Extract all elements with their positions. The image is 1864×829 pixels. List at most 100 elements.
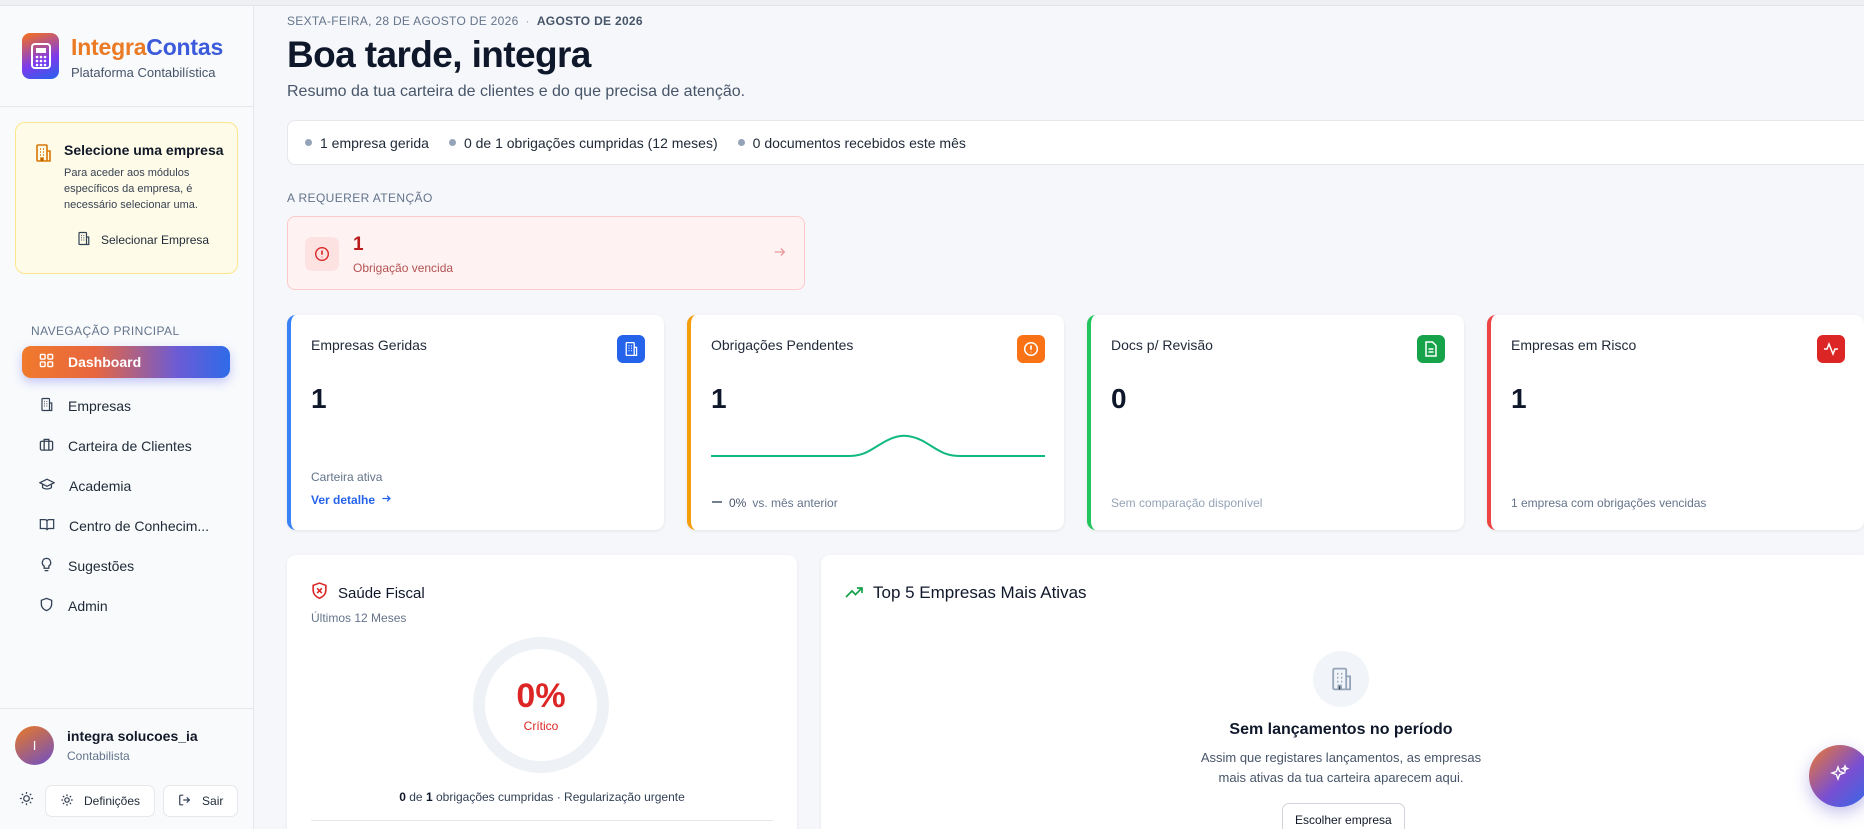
empty-state-text: Assim que registares lançamentos, as emp… — [1200, 750, 1482, 785]
stat-title: Docs p/ Revisão — [1111, 337, 1213, 353]
page-title: Boa tarde, integra — [287, 34, 591, 75]
sidebar-item-dashboard[interactable]: Dashboard — [22, 346, 230, 378]
stat-value: 1 — [1511, 383, 1527, 414]
shield-x-icon — [311, 582, 328, 604]
current-period: AGOSTO DE 2026 — [536, 14, 643, 28]
stat-value: 1 — [711, 383, 727, 414]
stat-footnote: 1 empresa com obrigações vencidas — [1511, 496, 1707, 510]
choose-company-button[interactable]: Escolher empresa — [1282, 803, 1405, 829]
footer-of: de — [409, 790, 423, 804]
sidebar-item-admin[interactable]: Admin — [22, 586, 230, 626]
sidebar-item-centro-conhecimento[interactable]: Centro de Conhecim... — [22, 506, 230, 546]
footer-text: obrigações cumpridas · Regularização urg… — [435, 790, 685, 804]
arrow-right-icon — [381, 493, 392, 507]
stat-card-empresas-geridas: Empresas Geridas 1 Carteira ativa Ver de… — [287, 315, 664, 530]
sidebar-item-sugestoes[interactable]: Sugestões — [22, 546, 230, 586]
shield-icon — [39, 597, 54, 615]
logout-icon — [178, 793, 192, 810]
fiscal-health-title: Saúde Fiscal — [311, 582, 425, 604]
document-icon — [1417, 335, 1445, 363]
activity-icon — [1817, 335, 1845, 363]
total-count: 1 — [425, 790, 433, 804]
sparkline-chart — [711, 434, 1045, 457]
nav-section-title: NAVEGAÇÃO PRINCIPAL — [31, 324, 180, 338]
fiscal-health-subtitle: Últimos 12 Meses — [311, 611, 407, 625]
attention-section-title: A REQUERER ATENÇÃO — [287, 191, 433, 205]
health-status: Crítico — [523, 719, 559, 733]
building-icon — [33, 143, 53, 168]
select-company-button-label: Selecionar Empresa — [101, 233, 210, 247]
select-company-title: Selecione uma empresa — [64, 142, 224, 158]
sidebar-item-empresas[interactable]: Empresas — [22, 386, 230, 426]
stat-footnote: Carteira ativa — [311, 470, 383, 484]
sidebar-item-label: Dashboard — [68, 354, 142, 370]
avatar[interactable]: I — [15, 726, 54, 765]
arrow-right-icon — [773, 245, 787, 264]
sidebar-item-label: Empresas — [68, 398, 132, 414]
view-detail-link[interactable]: Ver detalhe — [311, 493, 392, 507]
sidebar: IntegraContas Plataforma Contabilística … — [0, 6, 254, 829]
trending-up-icon — [845, 583, 863, 603]
summary-text: 0 de 1 obrigações cumpridas (12 meses) — [463, 134, 718, 151]
bullet-dot — [305, 139, 312, 146]
brand-part-1: Integra — [71, 34, 147, 60]
sidebar-item-carteira[interactable]: Carteira de Clientes — [22, 426, 230, 466]
sidebar-item-label: Sugestões — [68, 558, 135, 574]
overdue-obligation-card[interactable]: 1 Obrigação vencida — [287, 216, 805, 290]
fiscal-health-card: Saúde Fiscal Últimos 12 Meses 0% Crítico… — [287, 555, 797, 829]
summary-item: 0 documentos recebidos este mês — [737, 134, 966, 151]
logout-button[interactable]: Sair — [163, 785, 239, 817]
brand-name[interactable]: IntegraContas — [71, 34, 223, 61]
logout-label: Sair — [202, 794, 224, 808]
divider — [311, 820, 773, 821]
ai-assistant-button[interactable] — [1809, 745, 1864, 807]
building-icon — [1313, 651, 1369, 707]
empty-state-title: Sem lançamentos no período — [1229, 721, 1453, 738]
stat-title: Obrigações Pendentes — [711, 337, 854, 353]
summary-text: 1 empresa gerida — [320, 134, 429, 151]
sparkles-icon — [1829, 763, 1850, 789]
summary-item: 1 empresa gerida — [305, 135, 429, 151]
stat-value: 0 — [1111, 383, 1127, 414]
current-date: SEXTA-FEIRA, 28 DE AGOSTO DE 2026 — [287, 14, 519, 28]
alert-circle-icon — [1017, 335, 1045, 363]
settings-button[interactable]: Definições — [45, 785, 156, 817]
stat-footnote: Sem comparação disponível — [1111, 496, 1263, 510]
user-divider — [0, 708, 254, 709]
user-role: Contabilista — [67, 749, 130, 763]
building-icon — [617, 335, 645, 363]
top5-title: Top 5 Empresas Mais Ativas — [845, 583, 1087, 603]
briefcase-icon — [39, 437, 54, 455]
select-company-button[interactable]: Selecionar Empresa — [76, 231, 209, 249]
trend-neutral-icon — [711, 496, 723, 510]
building-icon — [39, 397, 54, 415]
lightbulb-icon — [39, 557, 54, 575]
fulfilled-count: 0 — [399, 790, 406, 804]
gear-icon — [60, 793, 74, 810]
sidebar-divider — [0, 106, 254, 107]
summary-bar: 1 empresa gerida 0 de 1 obrigações cumpr… — [287, 120, 1864, 165]
user-name: integra solucoes_ia — [67, 728, 198, 744]
sidebar-item-label: Carteira de Clientes — [68, 438, 192, 454]
bullet-dot — [448, 139, 456, 146]
sun-icon — [19, 791, 34, 811]
alert-circle-icon — [305, 237, 339, 271]
overdue-label: Obrigação vencida — [353, 261, 454, 275]
sidebar-footer: Definições Sair — [15, 784, 239, 818]
building-icon — [76, 231, 91, 249]
sidebar-item-academia[interactable]: Academia — [22, 466, 230, 506]
summary-text: 0 documentos recebidos este mês — [752, 134, 966, 151]
browser-top-edge — [0, 0, 1864, 6]
page-subtitle: Resumo da tua carteira de clientes e do … — [287, 83, 746, 100]
trend-value: 0% — [729, 496, 747, 510]
summary-item: 0 de 1 obrigações cumpridas (12 meses) — [448, 134, 718, 151]
top5-title-text: Top 5 Empresas Mais Ativas — [873, 583, 1087, 602]
graduation-cap-icon — [38, 477, 56, 495]
theme-toggle-button[interactable] — [15, 784, 37, 818]
bullet-dot — [737, 139, 745, 146]
select-company-card: Selecione uma empresa Para aceder aos mó… — [15, 122, 238, 274]
grid-icon — [39, 353, 54, 371]
stat-value: 1 — [311, 383, 327, 414]
stat-card-empresas-risco: Empresas em Risco 1 1 empresa com obriga… — [1487, 315, 1864, 530]
calculator-logo-icon[interactable] — [22, 33, 59, 79]
